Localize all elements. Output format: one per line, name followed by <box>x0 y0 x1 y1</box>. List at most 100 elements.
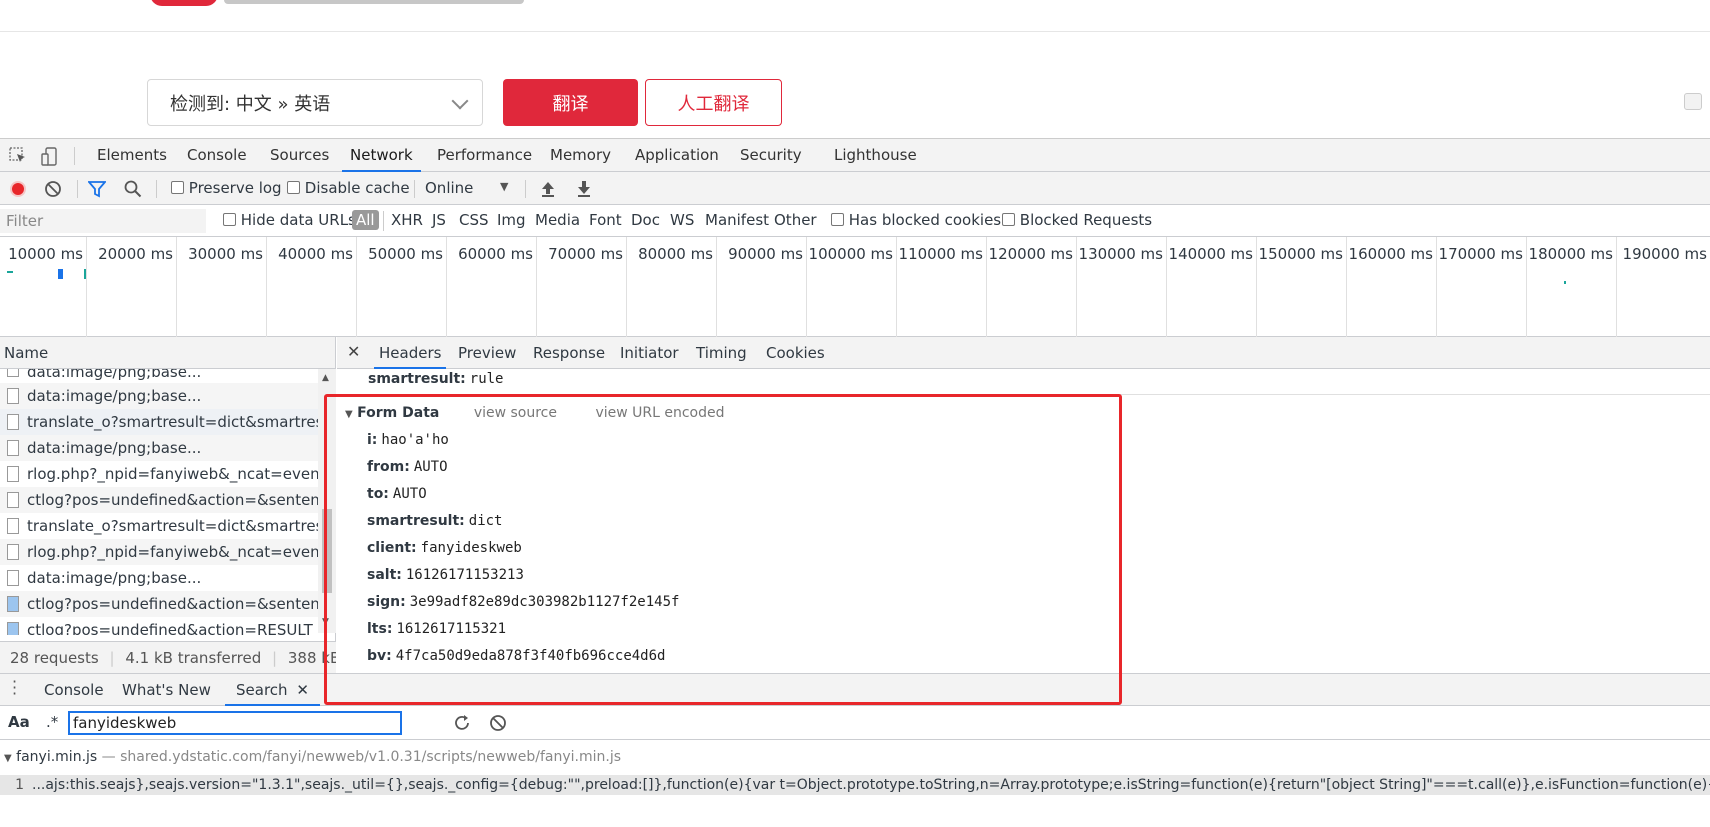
translate-button[interactable]: 翻译 <box>503 79 638 126</box>
hide-data-urls-checkbox[interactable]: Hide data URLs <box>223 211 356 229</box>
tab-whats-new[interactable]: What's New <box>122 674 211 706</box>
query-param-row: smartresult: rule <box>368 371 504 387</box>
timeline-tick: 30000 ms <box>177 237 267 337</box>
scrollbar-thumb[interactable] <box>322 509 332 593</box>
timeline-tick: 10000 ms <box>0 237 87 337</box>
result-file-header[interactable]: ▼ fanyi.min.js — shared.ydstatic.com/fan… <box>4 749 621 765</box>
result-line[interactable]: 1 ...ajs:this.seajs},seajs.version="1.3.1… <box>0 775 1710 795</box>
timeline-overview[interactable]: 10000 ms 20000 ms 30000 ms 40000 ms 5000… <box>0 237 1710 337</box>
list-item[interactable]: data:image/png;base... <box>0 383 318 409</box>
search-input[interactable] <box>68 711 402 735</box>
type-filter-ws[interactable]: WS <box>670 211 694 229</box>
more-options-icon[interactable]: · · · <box>12 674 17 702</box>
type-filter-doc[interactable]: Doc <box>631 211 660 229</box>
triangle-down-icon: ▼ <box>345 409 353 420</box>
language-select[interactable]: 检测到: 中文 » 英语 <box>147 79 483 126</box>
resources-size: 388 kB resources <box>287 649 336 667</box>
list-item[interactable]: ctlog?pos=undefined&action=&sentence_num… <box>0 591 318 617</box>
type-filter-js[interactable]: JS <box>432 211 446 229</box>
filter-bar: Filter Hide data URLs All XHR JS CSS Img… <box>0 205 1710 237</box>
timeline-tick: 190000 ms <box>1622 245 1707 263</box>
close-icon[interactable]: ✕ <box>347 342 360 361</box>
side-widget[interactable] <box>1684 93 1702 110</box>
list-item[interactable]: translate_o?smartresult=dict&smartresult… <box>0 513 318 539</box>
type-filter-manifest[interactable]: Manifest <box>705 211 769 229</box>
match-case-toggle[interactable]: Aa <box>8 713 30 731</box>
import-har-icon[interactable] <box>540 180 556 198</box>
result-file-name: fanyi.min.js <box>16 749 98 765</box>
list-item[interactable]: translate_o?smartresult=dict&smartresult… <box>0 409 318 435</box>
clear-icon[interactable] <box>44 180 62 198</box>
view-url-encoded-link[interactable]: view URL encoded <box>595 405 724 421</box>
type-filter-media[interactable]: Media <box>535 211 580 229</box>
tab-response[interactable]: Response <box>533 337 605 369</box>
disable-cache-checkbox[interactable]: Disable cache <box>287 179 410 197</box>
type-filter-other[interactable]: Other <box>774 211 817 229</box>
type-filter-all[interactable]: All <box>352 210 379 230</box>
tab-search[interactable]: Search ✕ <box>225 674 320 706</box>
broken-image-icon <box>7 388 19 404</box>
timeline-mark <box>84 269 86 279</box>
blocked-requests-checkbox[interactable]: Blocked Requests <box>1002 211 1152 229</box>
tab-initiator[interactable]: Initiator <box>620 337 679 369</box>
scroll-down-icon[interactable]: ▼ <box>322 617 329 627</box>
regex-toggle[interactable]: .* <box>46 713 58 731</box>
type-filter-font[interactable]: Font <box>589 211 622 229</box>
timeline-tick: 100000 ms <box>807 237 897 337</box>
close-tab-icon[interactable]: ✕ <box>296 681 309 699</box>
human-translate-button[interactable]: 人工翻译 <box>645 79 782 126</box>
form-field-row: i: hao'a'ho <box>367 432 449 448</box>
type-filter-css[interactable]: CSS <box>459 211 489 229</box>
filter-icon[interactable] <box>88 180 106 198</box>
timeline-tick: 80000 ms <box>627 237 717 337</box>
list-item[interactable]: data:image/png;base... <box>0 369 318 383</box>
request-detail: ✕ Headers Preview Response Initiator Tim… <box>337 337 1710 673</box>
tab-security[interactable]: Security <box>740 139 802 172</box>
clear-search-icon[interactable] <box>489 714 507 732</box>
result-file-path: — shared.ydstatic.com/fanyi/newweb/v1.0.… <box>101 749 622 765</box>
search-toolbar: Aa .* <box>0 706 1710 740</box>
record-icon[interactable] <box>9 180 27 198</box>
tab-cookies[interactable]: Cookies <box>766 337 825 369</box>
inspect-element-icon[interactable] <box>9 147 27 165</box>
tab-console[interactable]: Console <box>187 139 247 172</box>
list-item[interactable]: rlog.php?_npid=fanyiweb&_ncat=event&_nhr… <box>0 539 318 565</box>
type-filter-img[interactable]: Img <box>497 211 526 229</box>
tab-elements[interactable]: Elements <box>97 139 167 172</box>
tab-application[interactable]: Application <box>635 139 719 172</box>
tab-sources[interactable]: Sources <box>270 139 329 172</box>
tab-network[interactable]: Network <box>342 139 421 172</box>
list-item[interactable]: ctlog?pos=undefined&action=&sentence_num… <box>0 487 318 513</box>
type-filter-xhr[interactable]: XHR <box>391 211 423 229</box>
refresh-icon[interactable] <box>453 714 471 732</box>
has-blocked-cookies-checkbox[interactable]: Has blocked cookies <box>831 211 1001 229</box>
device-toolbar-icon[interactable] <box>41 147 61 167</box>
tab-preview[interactable]: Preview <box>458 337 516 369</box>
scroll-up-icon[interactable]: ▲ <box>322 373 329 383</box>
tab-performance[interactable]: Performance <box>437 139 532 172</box>
throttling-select[interactable]: Online <box>425 179 473 197</box>
list-item[interactable]: ctlog?pos=undefined&action=RESULT_DICT <box>0 617 318 635</box>
name-column-header[interactable]: Name <box>0 337 335 369</box>
view-source-link[interactable]: view source <box>474 405 557 421</box>
tab-memory[interactable]: Memory <box>550 139 611 172</box>
timeline-tick: 50000 ms <box>357 237 447 337</box>
divider <box>525 180 526 198</box>
tab-headers[interactable]: Headers <box>374 337 447 369</box>
divider <box>156 180 157 198</box>
export-har-icon[interactable] <box>576 180 592 198</box>
timeline-tick: 90000 ms <box>717 237 807 337</box>
list-item[interactable]: data:image/png;base... <box>0 435 318 461</box>
search-results: ▼ fanyi.min.js — shared.ydstatic.com/fan… <box>0 740 1710 827</box>
preserve-log-checkbox[interactable]: Preserve log <box>171 179 282 197</box>
form-data-section-header[interactable]: ▼ Form Data view source view URL encoded <box>345 405 725 421</box>
tab-console-drawer[interactable]: Console <box>44 674 104 706</box>
scrollbar[interactable]: ▲ ▼ <box>318 369 336 633</box>
form-field-row: lts: 1612617115321 <box>367 621 507 637</box>
search-icon[interactable] <box>124 180 142 198</box>
filter-input[interactable]: Filter <box>0 209 206 233</box>
tab-lighthouse[interactable]: Lighthouse <box>834 139 917 172</box>
list-item[interactable]: rlog.php?_npid=fanyiweb&_ncat=event&_nhr… <box>0 461 318 487</box>
list-item[interactable]: data:image/png;base... <box>0 565 318 591</box>
tab-timing[interactable]: Timing <box>696 337 747 369</box>
